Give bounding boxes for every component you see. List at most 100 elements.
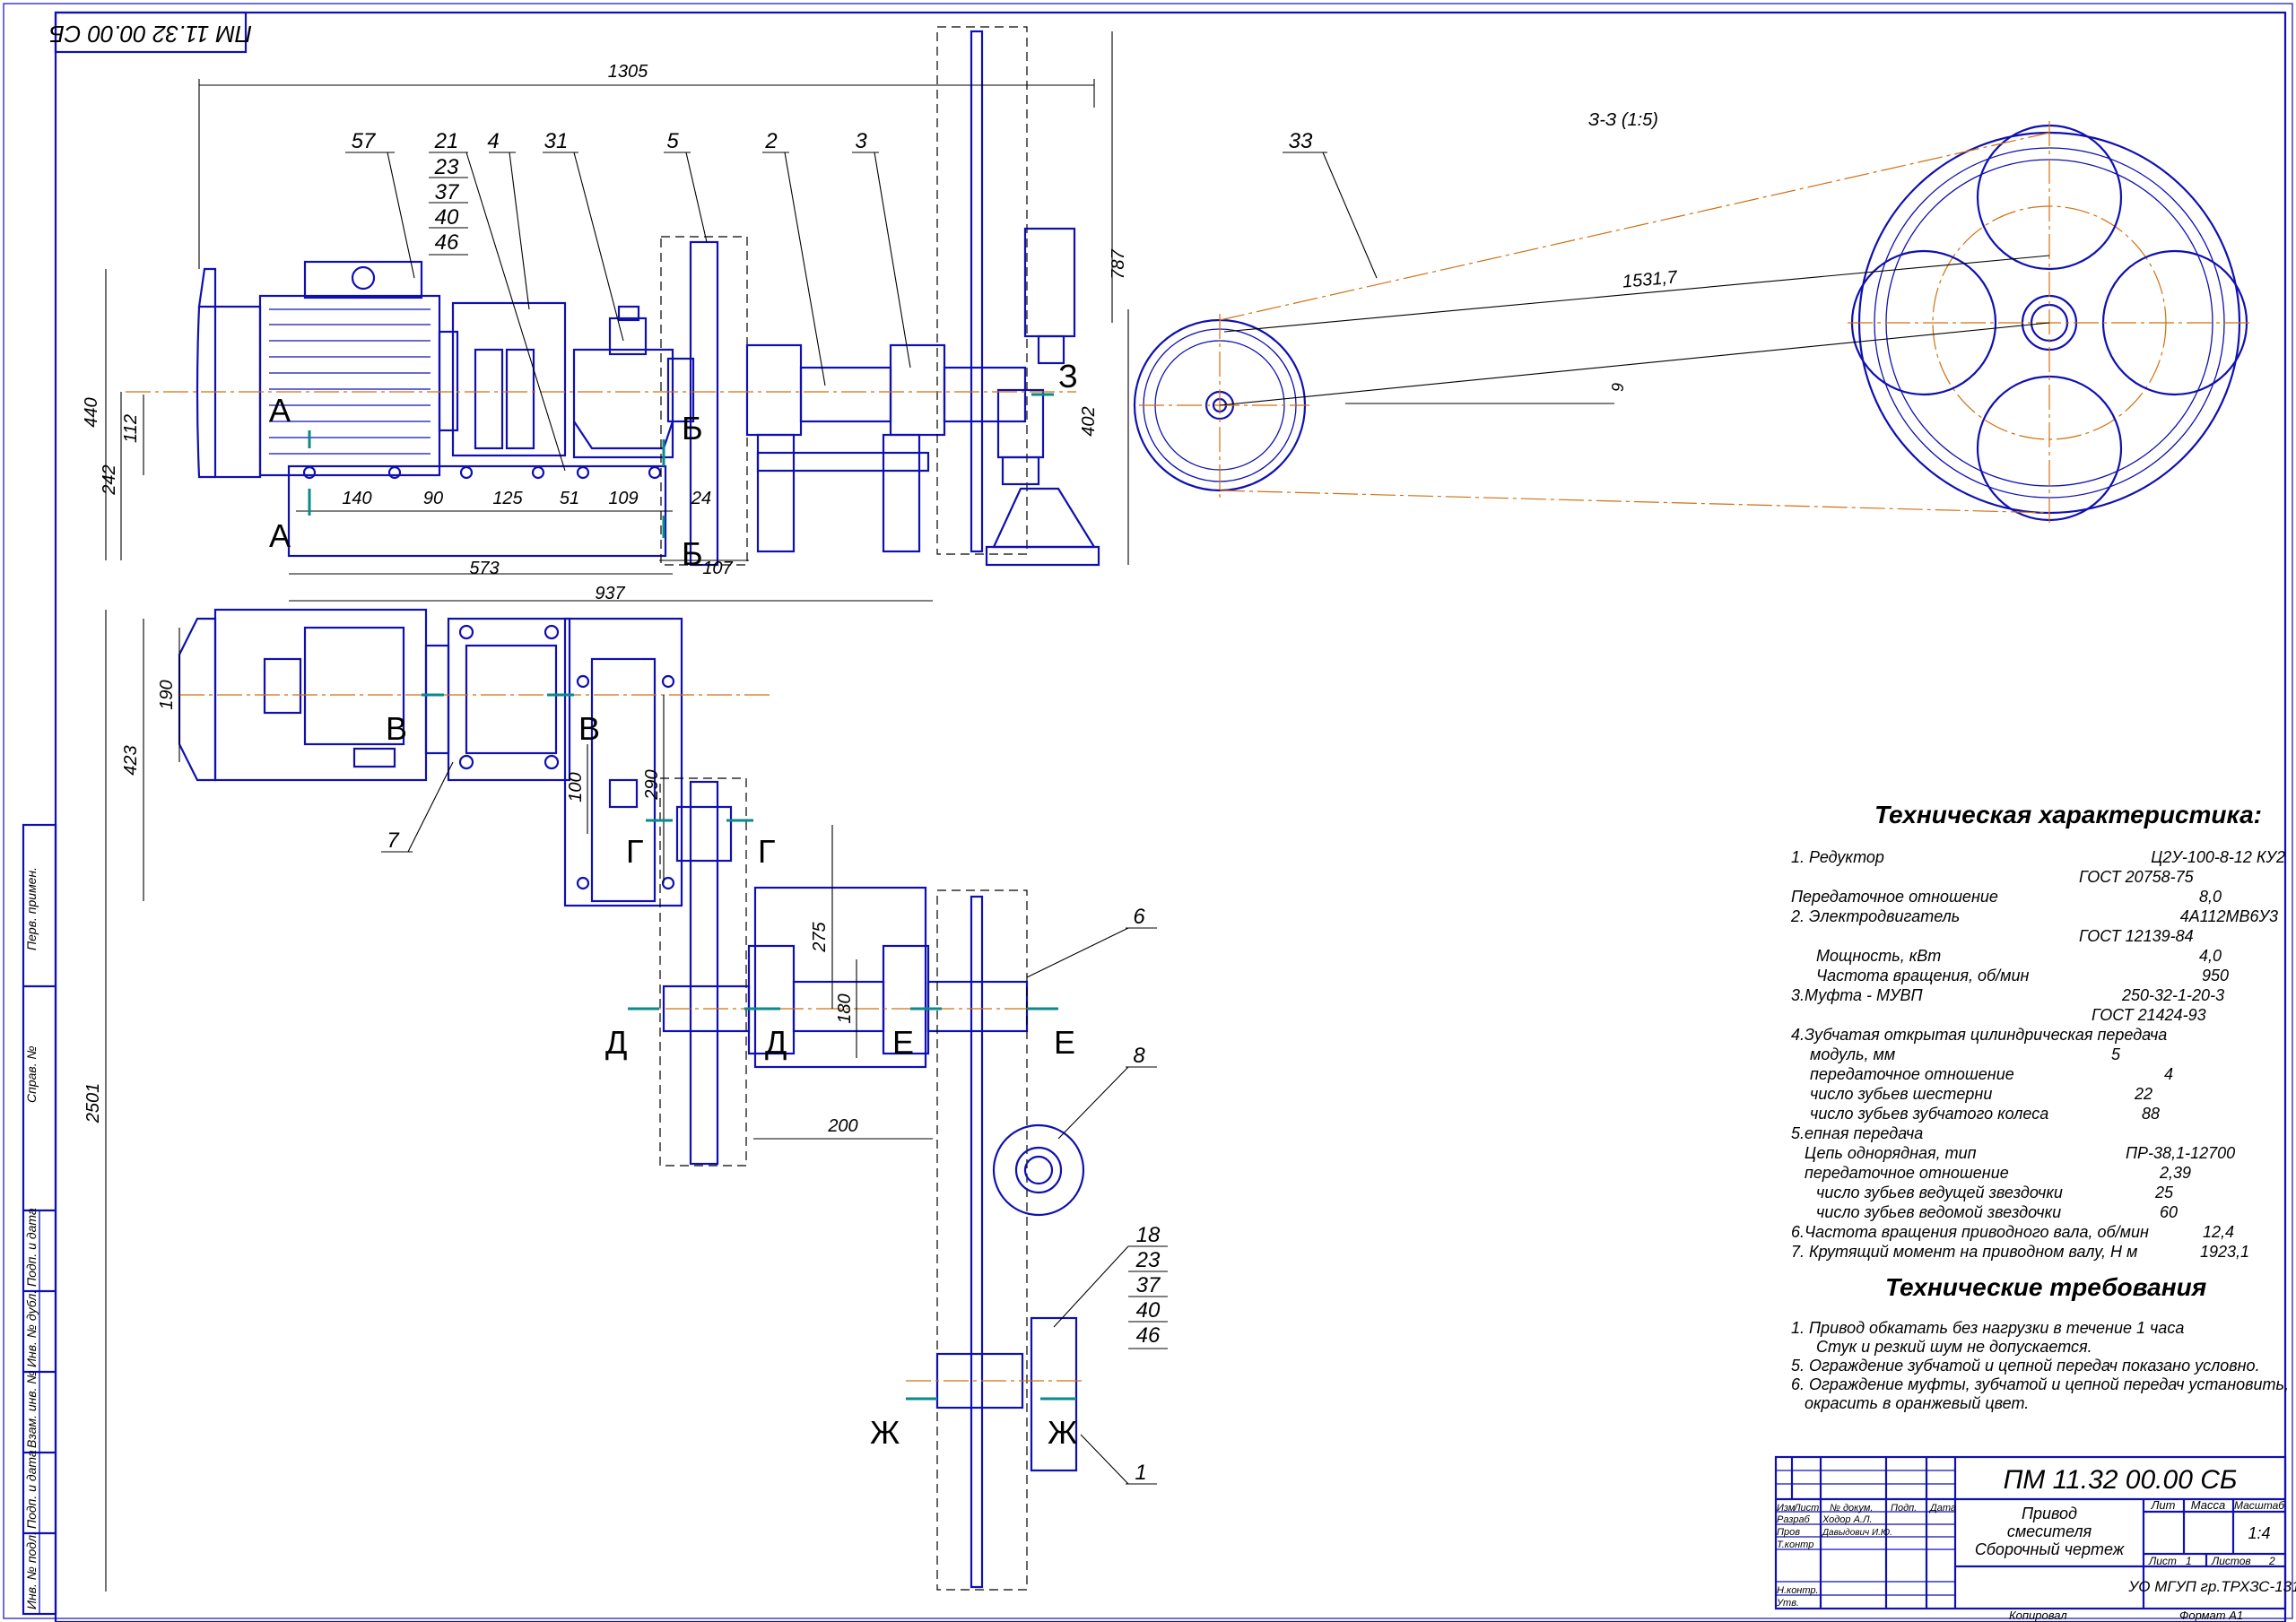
dim-125: 125 <box>492 489 523 508</box>
tb-tkontr: Т.контр <box>1777 1540 1813 1550</box>
dim-190: 190 <box>157 680 177 709</box>
tb-list-no: 1 <box>2186 1555 2192 1567</box>
tb-name-2: смесителя <box>2007 1522 2092 1540</box>
tc-row-8-right: ГОСТ 21424-93 <box>2092 1006 2206 1024</box>
tc-row-16-left: передаточное отношение <box>1805 1164 2009 1182</box>
tb-prov-name: Давыдович И.Ю. <box>1822 1528 1892 1538</box>
front-view-part-labels: 57 21 23 37 40 46 4 31 5 2 3 <box>345 129 911 472</box>
mark-G2: Г <box>758 833 776 870</box>
dim-290: 290 <box>642 769 662 800</box>
dim-140: 140 <box>342 489 371 508</box>
stamp-inv-podl: Инв. № подл. <box>24 1531 39 1609</box>
label-46a: 46 <box>435 230 459 255</box>
mark-D2: Д <box>765 1024 787 1061</box>
label-7: 7 <box>387 828 400 853</box>
tc-row-7-right: 250-32-1-20-3 <box>2121 986 2224 1004</box>
dim-180: 180 <box>835 993 855 1023</box>
mark-E2: Е <box>1054 1024 1075 1061</box>
tb-data: Дата <box>1928 1503 1956 1514</box>
dim-109: 109 <box>608 489 638 508</box>
tc-row-0-right: Ц2У-100-8-12 КУ2 <box>2151 848 2285 866</box>
tc-row-17-left: число зубьев ведущей звездочки <box>1816 1184 2063 1201</box>
stamp-sprav-no: Справ. № <box>24 1045 39 1103</box>
tb-utv: Утв. <box>1776 1598 1799 1609</box>
tb-razrab-name: Ходор А.Л. <box>1822 1514 1873 1525</box>
mark-Z: З <box>1058 358 1078 395</box>
rotated-code-box: ПМ 11.32 00.00 СБ <box>49 11 252 54</box>
tc-row-3-left: 2. Электродвигатель <box>1790 907 1960 925</box>
stamp-perv-primen: Перв. примен. <box>24 867 39 950</box>
tb-lit: Лит <box>2151 1498 2176 1512</box>
dim-24: 24 <box>691 489 711 508</box>
tb-izm: Изм <box>1777 1503 1796 1514</box>
mark-D1: Д <box>605 1024 627 1061</box>
tb-list: Лист <box>2148 1555 2177 1567</box>
tc-row-16-right: 2,39 <box>2159 1164 2191 1182</box>
stamp-inv-dubl: Инв. № дубл. <box>24 1290 39 1367</box>
tc-row-10-left: модуль, мм <box>1810 1045 1895 1063</box>
dim-9: 9 <box>1609 383 1627 392</box>
tech-requirements-title: Технические требования <box>1885 1273 2206 1301</box>
label-57: 57 <box>352 129 377 153</box>
tb-prov: Пров <box>1777 1527 1800 1538</box>
assembly-drawing-sheet: ПМ 11.32 00.00 СБ Перв. примен. Справ. №… <box>3 3 2296 1622</box>
mark-V2: В <box>578 710 600 747</box>
tc-row-12-left: число зубьев шестерни <box>1810 1085 1992 1103</box>
label-23a: 23 <box>434 155 459 179</box>
tb-code: ПМ 11.32 00.00 СБ <box>2004 1465 2238 1495</box>
dim-937: 937 <box>595 584 625 603</box>
tc-row-7-left: 3.Муфта - МУВП <box>1791 986 1924 1004</box>
label-1: 1 <box>1135 1461 1146 1485</box>
dim-2501: 2501 <box>83 1083 103 1124</box>
dim-573: 573 <box>469 559 499 578</box>
mark-A1: А <box>269 392 291 429</box>
tb-podp: Подп. <box>1891 1503 1917 1514</box>
dim-423: 423 <box>121 745 141 775</box>
label-stack-18: 18 23 37 40 46 <box>1053 1223 1168 1349</box>
tb-org: УО МГУП гр.ТРХЗС-131 <box>2127 1578 2296 1595</box>
dim-100: 100 <box>566 772 586 802</box>
plan-view-part-labels: 7 6 8 18 23 37 40 46 1 <box>381 761 1168 1485</box>
label-6: 6 <box>1133 905 1145 929</box>
label-8: 8 <box>1133 1044 1145 1068</box>
tc-row-20-right: 1923,1 <box>2200 1243 2249 1261</box>
label-37b: 37 <box>1136 1273 1161 1297</box>
tc-row-6-right: 950 <box>2202 967 2229 984</box>
tb-name-1: Привод <box>2022 1505 2077 1522</box>
dim-90: 90 <box>423 489 443 508</box>
tech-requirements: Технические требования 1. Привод обкатат… <box>1791 1273 2289 1412</box>
label-40a: 40 <box>435 205 459 230</box>
mark-E1: Е <box>892 1024 914 1061</box>
mark-Zh2: Ж <box>1048 1414 1077 1451</box>
dim-200: 200 <box>827 1116 857 1136</box>
tc-row-6-left: Частота вращения, об/мин <box>1816 967 2030 984</box>
label-31: 31 <box>544 129 569 153</box>
tb-nkontr: Н.контр. <box>1777 1585 1819 1596</box>
mark-A2: А <box>269 517 291 554</box>
dim-440: 440 <box>82 397 101 427</box>
mark-G1: Г <box>626 833 644 870</box>
label-23b: 23 <box>1135 1248 1161 1272</box>
dim-1531-7: 1531,7 <box>1622 267 1679 291</box>
tc-row-5-left: Мощность, кВт <box>1816 947 1941 965</box>
tech-characteristics: Техническая характеристика: 1. Редуктор … <box>1790 801 2285 1261</box>
tr-line-1: Стук и резкий шум не допускается. <box>1816 1338 2092 1356</box>
tb-razrab: Разраб <box>1777 1514 1811 1525</box>
tb-scale: 1:4 <box>2248 1524 2270 1542</box>
tr-line-3: 6. Ограждение муфты, зубчатой и цепной п… <box>1791 1375 2289 1393</box>
side-stamp: Перв. примен. Справ. № Подп. и дата Инв.… <box>22 823 57 1616</box>
label-46b: 46 <box>1136 1323 1161 1348</box>
plan-view-dimensions: 423 190 100 290 275 180 200 2501 <box>83 610 933 1592</box>
tc-row-12-right: 22 <box>2134 1085 2152 1103</box>
tr-line-0: 1. Привод обкатать без нагрузки в течени… <box>1791 1319 2184 1337</box>
section-z-title: З-З (1:5) <box>1588 110 1658 130</box>
label-33: 33 <box>1289 129 1313 153</box>
dim-787: 787 <box>1109 248 1128 279</box>
dim-275: 275 <box>810 921 830 952</box>
tc-row-13-right: 88 <box>2142 1105 2160 1123</box>
tc-row-2-right: 8,0 <box>2199 888 2222 906</box>
mark-V1: В <box>386 710 407 747</box>
tb-kopiroval: Копировал <box>2009 1609 2067 1622</box>
dim-112: 112 <box>121 414 141 443</box>
label-40b: 40 <box>1136 1298 1161 1323</box>
